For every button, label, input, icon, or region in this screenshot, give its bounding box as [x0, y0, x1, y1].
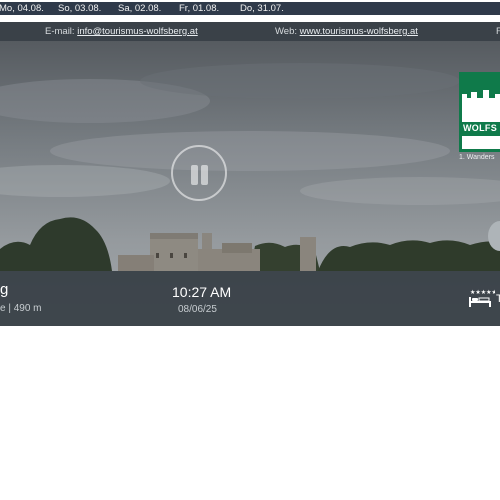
date-item[interactable]: Fr, 01.08.	[179, 2, 219, 15]
pause-button[interactable]	[171, 145, 227, 201]
date-item[interactable]: Mo, 04.08.	[0, 2, 44, 15]
web-contact: Web: www.tourismus-wolfsberg.at	[275, 26, 418, 37]
webcam-image[interactable]: WOLFS 1. Wanders g e | 490 m 10:27 AM 08…	[0, 41, 500, 326]
date-item[interactable]: Sa, 02.08.	[118, 2, 161, 15]
location-name: g	[0, 281, 9, 298]
location-altitude: e | 490 m	[0, 303, 42, 314]
email-label: E-mail:	[45, 26, 75, 37]
web-label: Web:	[275, 26, 298, 37]
email-link[interactable]: info@tourismus-wolfsberg.at	[77, 26, 198, 37]
web-link[interactable]: www.tourismus-wolfsberg.at	[300, 26, 418, 37]
svg-text:★★★★★: ★★★★★	[470, 289, 495, 296]
webcam-info-bar: g e | 490 m 10:27 AM 08/06/25 ★★★★★ T	[0, 271, 500, 326]
contact-bar: E-mail: info@tourismus-wolfsberg.at Web:…	[0, 22, 500, 41]
wolfsberg-logo[interactable]: WOLFS	[459, 72, 500, 152]
contact-edge-text: F	[496, 26, 500, 37]
logo-graphic	[459, 72, 500, 152]
date-item[interactable]: So, 03.08.	[58, 2, 101, 15]
info-edge-text: T	[496, 293, 500, 305]
separator	[0, 15, 500, 22]
logo-text: WOLFS	[463, 123, 497, 133]
email-contact: E-mail: info@tourismus-wolfsberg.at	[45, 26, 198, 37]
logo-caption: 1. Wanders	[459, 154, 495, 161]
capture-time: 10:27 AM	[172, 284, 232, 300]
capture-date: 08/06/25	[178, 304, 217, 315]
bed-hotel-icon[interactable]: ★★★★★	[467, 287, 495, 309]
date-strip: Mo, 04.08. So, 03.08. Sa, 02.08. Fr, 01.…	[0, 2, 500, 15]
date-item[interactable]: Do, 31.07.	[240, 2, 284, 15]
